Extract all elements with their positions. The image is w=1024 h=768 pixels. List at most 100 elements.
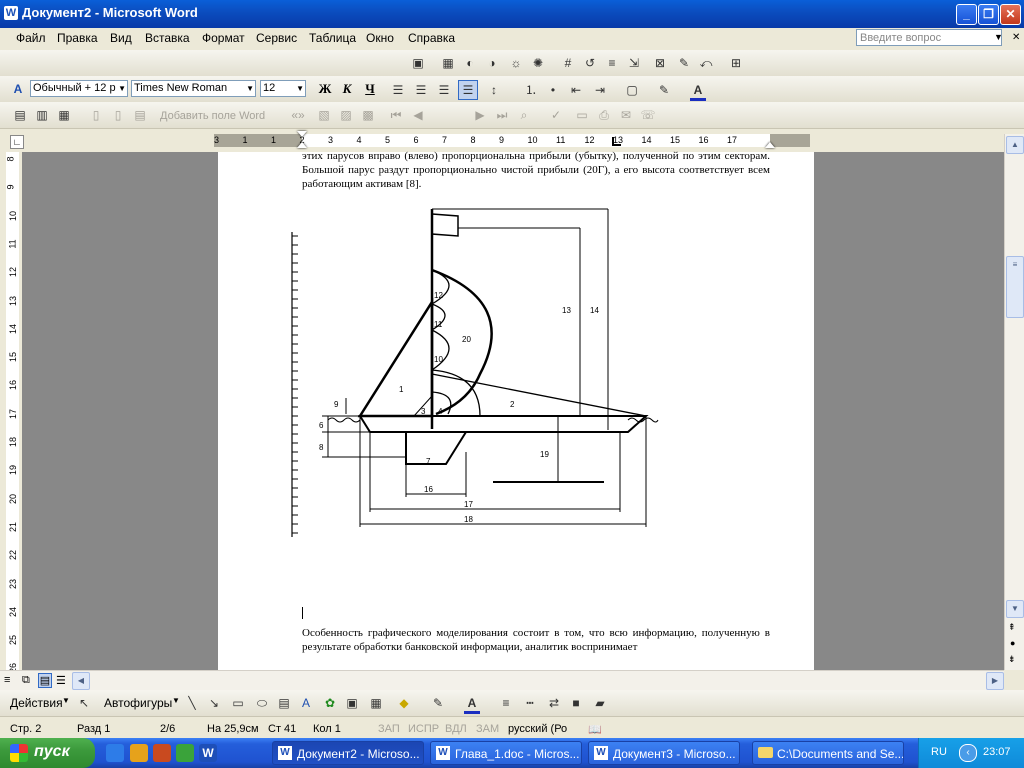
greeting-icon[interactable]: ▯	[110, 107, 126, 123]
increase-indent-icon[interactable]: ⇥	[592, 82, 608, 98]
taskbar-item-document2[interactable]: Документ2 - Microso...	[272, 741, 424, 765]
underline-button[interactable]: Ч	[361, 80, 379, 98]
status-track[interactable]: ИСПР	[408, 723, 439, 735]
web-view-icon[interactable]: ⧉	[22, 674, 30, 687]
arrow-style-icon[interactable]: ⇄	[546, 695, 562, 711]
size-combo[interactable]: 12 ▼	[260, 80, 306, 97]
scroll-thumb[interactable]: ≡	[1006, 256, 1024, 318]
menu-window[interactable]: Окно	[366, 31, 394, 45]
menu-edit[interactable]: Правка	[57, 31, 98, 45]
shadow-style-icon[interactable]: ■	[568, 695, 584, 711]
check-errors-icon[interactable]: ✓	[548, 107, 564, 123]
rectangle-icon[interactable]: ▭	[230, 695, 246, 711]
contrast-up-icon[interactable]: ◐	[462, 55, 478, 71]
word-quicklaunch-icon[interactable]: W	[199, 744, 217, 762]
start-button[interactable]: пуск	[0, 738, 95, 768]
language-indicator[interactable]: RU	[931, 746, 947, 758]
italic-button[interactable]: К	[338, 80, 356, 98]
merge-new-doc-icon[interactable]: ▭	[574, 107, 590, 123]
minimize-button[interactable]: _	[956, 4, 977, 25]
numbering-icon[interactable]: ⒈	[523, 82, 539, 98]
taskbar-item-folder[interactable]: C:\Documents and Se...	[752, 741, 904, 765]
spelling-status-icon[interactable]: 📖	[588, 723, 602, 736]
first-record-icon[interactable]: ⏮	[388, 107, 404, 123]
select-objects-icon[interactable]: ↖	[76, 695, 92, 711]
line-color-icon[interactable]: ✎	[430, 695, 446, 711]
close-doc-icon[interactable]: ✕	[1012, 32, 1020, 43]
menu-file[interactable]: Файл	[16, 31, 46, 45]
left-indent-marker[interactable]	[297, 142, 307, 148]
merge-email-icon[interactable]: ✉	[618, 107, 634, 123]
app-quicklaunch-icon[interactable]	[130, 744, 148, 762]
textbox-icon[interactable]: ▤	[276, 695, 292, 711]
menu-help[interactable]: Справка	[408, 31, 455, 45]
style-combo[interactable]: Обычный + 12 р ▼	[30, 80, 128, 97]
ask-question-input[interactable]: Введите вопрос	[856, 29, 1002, 46]
dash-style-icon[interactable]: ┅	[522, 695, 538, 711]
address-block-icon[interactable]: ▯	[88, 107, 104, 123]
align-right-icon[interactable]: ☰	[436, 82, 452, 98]
justify-icon[interactable]: ☰	[458, 80, 478, 100]
color-icon[interactable]: ▦	[440, 55, 456, 71]
fill-color-icon[interactable]: ◆	[396, 695, 412, 711]
close-button[interactable]: ✕	[1000, 4, 1021, 25]
print-layout-icon[interactable]: ▤	[38, 673, 52, 688]
autoshapes-menu[interactable]: Автофигуры	[104, 696, 172, 710]
tab-stop-marker[interactable]	[612, 137, 621, 146]
border-icon[interactable]: ▢	[624, 82, 640, 98]
clipart-icon[interactable]: ▣	[344, 695, 360, 711]
merge-printer-icon[interactable]: ⎙	[596, 107, 612, 123]
status-extend[interactable]: ВДЛ	[445, 723, 467, 735]
actions-dropdown-icon[interactable]: ▼	[62, 696, 70, 705]
highlight-icon[interactable]: ✎	[656, 82, 672, 98]
status-record[interactable]: ЗАП	[378, 723, 400, 735]
styles-icon[interactable]: A	[10, 81, 26, 97]
line-spacing-icon[interactable]: ↕	[486, 82, 502, 98]
propagate-icon[interactable]: ▩	[360, 107, 376, 123]
line-style-draw-icon[interactable]: ≡	[498, 695, 514, 711]
draw-font-color-icon[interactable]: A	[464, 695, 480, 714]
oval-icon[interactable]: ⬭	[254, 695, 270, 711]
bullets-icon[interactable]: •	[545, 82, 561, 98]
recipients-icon[interactable]: ▥	[34, 107, 50, 123]
brightness-down-icon[interactable]: ✺	[530, 55, 546, 71]
insert-word-field-button[interactable]: Добавить поле Word	[160, 110, 265, 122]
autoshapes-dropdown-icon[interactable]: ▼	[172, 696, 180, 705]
bold-button[interactable]: Ж	[316, 80, 334, 98]
menu-view[interactable]: Вид	[110, 31, 132, 45]
taskbar-item-glava1[interactable]: Глава_1.doc - Micros...	[430, 741, 582, 765]
first-line-indent-marker[interactable]	[297, 131, 307, 137]
menu-insert[interactable]: Вставка	[145, 31, 190, 45]
insert-picture-icon[interactable]: ▣	[410, 55, 426, 71]
next-record-icon[interactable]: ▶	[472, 107, 488, 123]
align-left-icon[interactable]: ☰	[390, 82, 406, 98]
arrow-icon[interactable]: ↘	[206, 695, 222, 711]
taskbar-item-document3[interactable]: Документ3 - Microso...	[588, 741, 740, 765]
next-page-icon[interactable]: ⇟	[1008, 654, 1016, 665]
transparent-color-icon[interactable]: ✎	[676, 55, 692, 71]
vertical-scrollbar[interactable]: ▲ ≡ ▼ ⇞ ● ⇟	[1004, 134, 1024, 670]
edit-recipients-icon[interactable]: ▦	[56, 107, 72, 123]
menu-tools[interactable]: Сервис	[256, 31, 297, 45]
scroll-left-button[interactable]: ◀	[72, 672, 90, 690]
normal-view-icon[interactable]: ≡	[4, 674, 10, 686]
word-icon[interactable]: W	[4, 6, 18, 20]
ie-quicklaunch-icon[interactable]	[106, 744, 124, 762]
view-merged-icon[interactable]: «»	[290, 107, 306, 123]
3d-style-icon[interactable]: ▰	[592, 695, 608, 711]
menu-table[interactable]: Таблица	[309, 31, 356, 45]
scroll-down-button[interactable]: ▼	[1006, 600, 1024, 618]
status-overtype[interactable]: ЗАМ	[476, 723, 499, 735]
menu-format[interactable]: Формат	[202, 31, 245, 45]
merge-field-icon[interactable]: ▤	[132, 107, 148, 123]
format-picture-icon[interactable]: ⊠	[652, 55, 668, 71]
text-wrap-icon[interactable]: ⊞	[728, 55, 744, 71]
find-entry-icon[interactable]: ⌕	[516, 107, 532, 123]
reset-picture-icon[interactable]: ⤺	[698, 55, 714, 71]
previous-record-icon[interactable]: ◀	[410, 107, 426, 123]
wordart-icon[interactable]: A	[298, 695, 314, 711]
restore-button[interactable]: ❐	[978, 4, 999, 25]
brightness-up-icon[interactable]: ☼	[508, 55, 524, 71]
outline-view-icon[interactable]: ☰	[56, 674, 66, 687]
contrast-down-icon[interactable]: ◑	[484, 55, 500, 71]
